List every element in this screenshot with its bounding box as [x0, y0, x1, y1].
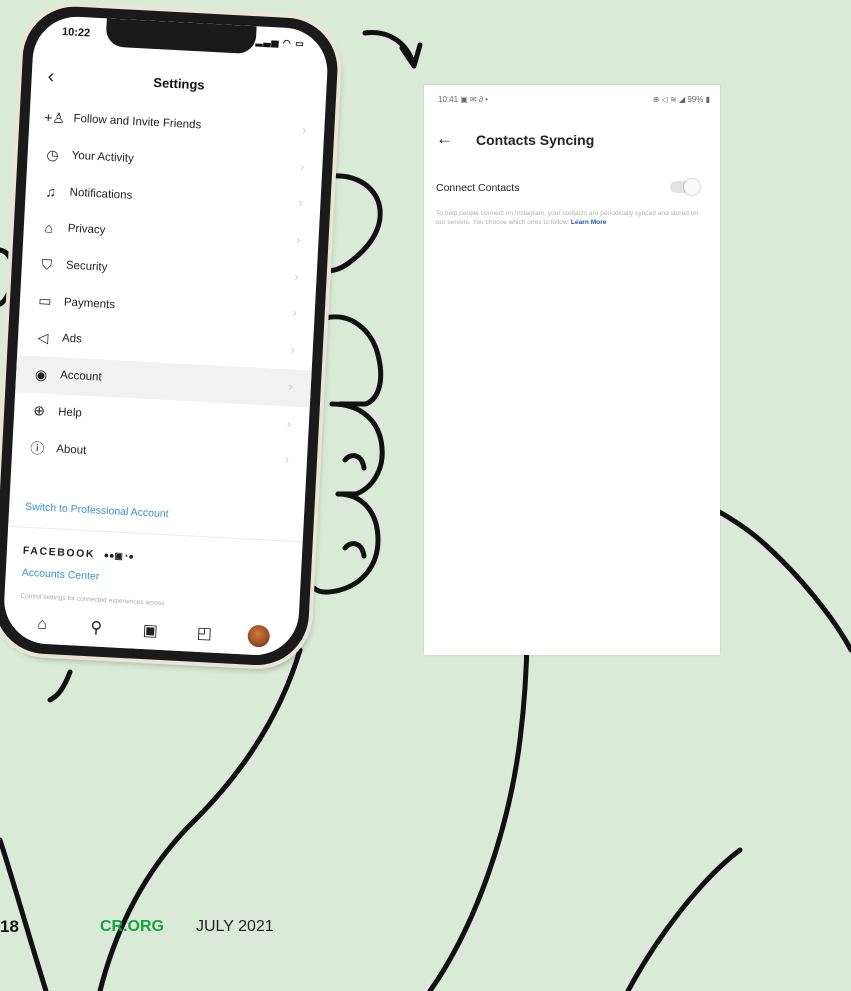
learn-more-link[interactable]: Learn More — [571, 219, 607, 226]
shield-icon: ⛉ — [41, 255, 53, 273]
menu-item-label: Your Activity — [71, 149, 135, 165]
lock-icon: ⌂ — [44, 219, 54, 237]
menu-item-label: About — [55, 442, 87, 457]
description-text: To help people connect on Instagram, you… — [436, 210, 699, 226]
reels-icon[interactable]: ▣ — [139, 619, 162, 642]
lifebuoy-icon: ⊕ — [32, 402, 46, 419]
contacts-header: ← Contacts Syncing — [436, 129, 708, 153]
contacts-description: To help people connect on Instagram, you… — [436, 209, 702, 227]
publication-name: CR.ORG — [100, 918, 164, 935]
menu-item-label: Help — [57, 406, 83, 420]
iphone-device: 10:22 ▂▃▅ ◠ ▭ ‹ Settings +♙ Follow and I… — [0, 4, 341, 668]
account-icon: ◉ — [34, 365, 48, 383]
chevron-right-icon: › — [300, 159, 305, 174]
facebook-apps-icon: ●●▣◔● — [103, 549, 135, 562]
menu-item-label: Payments — [63, 296, 116, 311]
info-icon: ⓘ — [29, 439, 45, 457]
page-number: 18 — [0, 917, 19, 936]
menu-item-label: Follow and Invite Friends — [73, 113, 202, 132]
connect-contacts-toggle[interactable] — [670, 179, 700, 195]
menu-item-label: Account — [59, 369, 102, 384]
divider — [8, 525, 303, 543]
page-title: Contacts Syncing — [476, 132, 595, 148]
arrow-left-icon[interactable]: ← — [436, 129, 453, 149]
issue-date: JULY 2021 — [196, 918, 274, 935]
facebook-label: FACEBOOK — [22, 544, 96, 561]
chevron-right-icon: › — [286, 415, 292, 431]
chevron-right-icon: › — [288, 379, 294, 394]
accounts-center-link[interactable]: Accounts Center — [21, 567, 99, 583]
status-left: 10:41 ▣ ✉ ∂ • — [438, 95, 488, 104]
chevron-right-icon: › — [290, 342, 296, 357]
menu-item-label: Ads — [61, 332, 83, 346]
profile-avatar-icon[interactable] — [247, 624, 271, 648]
menu-item-label: Privacy — [67, 223, 106, 237]
iphone-screen: 10:22 ▂▃▅ ◠ ▭ ‹ Settings +♙ Follow and I… — [2, 14, 330, 658]
megaphone-icon: ◁ — [37, 329, 49, 346]
bell-icon: ♫ — [45, 183, 57, 200]
menu-item-label: Security — [65, 259, 108, 274]
chevron-right-icon: › — [284, 452, 290, 467]
chevron-right-icon: › — [292, 305, 298, 321]
activity-clock-icon: ◷ — [46, 145, 60, 163]
shop-bag-icon[interactable]: ◰ — [193, 622, 216, 645]
status-right: ⊕ ◁ ≋ ◢ 99% ▮ — [652, 95, 710, 104]
status-time: 10:22 — [61, 26, 91, 40]
page-title: Settings — [153, 74, 206, 93]
android-screenshot: 10:41 ▣ ✉ ∂ • ⊕ ◁ ≋ ◢ 99% ▮ ← Contacts S… — [424, 85, 720, 655]
status-icons: ▂▃▅ ◠ ▭ — [255, 36, 306, 49]
card-icon: ▭ — [37, 292, 53, 310]
switch-professional-link[interactable]: Switch to Professional Account — [25, 501, 169, 520]
connect-contacts-label: Connect Contacts — [436, 182, 520, 194]
facebook-section-heading: FACEBOOK ●●▣◔● — [23, 545, 135, 563]
android-status-bar: 10:41 ▣ ✉ ∂ • ⊕ ◁ ≋ ◢ 99% ▮ — [438, 95, 710, 109]
settings-header: ‹ Settings — [31, 63, 327, 106]
search-icon[interactable]: ⚲ — [85, 616, 108, 639]
add-person-icon: +♙ — [43, 109, 66, 127]
chevron-right-icon: › — [294, 269, 299, 284]
chevron-right-icon: › — [296, 232, 301, 247]
menu-item-label: Notifications — [69, 186, 133, 202]
chevron-right-icon: › — [301, 122, 307, 137]
home-icon[interactable]: ⌂ — [31, 613, 54, 636]
settings-menu: +♙ Follow and Invite Friends › ◷ Your Ac… — [11, 98, 325, 480]
chevron-right-icon: › — [298, 196, 303, 211]
